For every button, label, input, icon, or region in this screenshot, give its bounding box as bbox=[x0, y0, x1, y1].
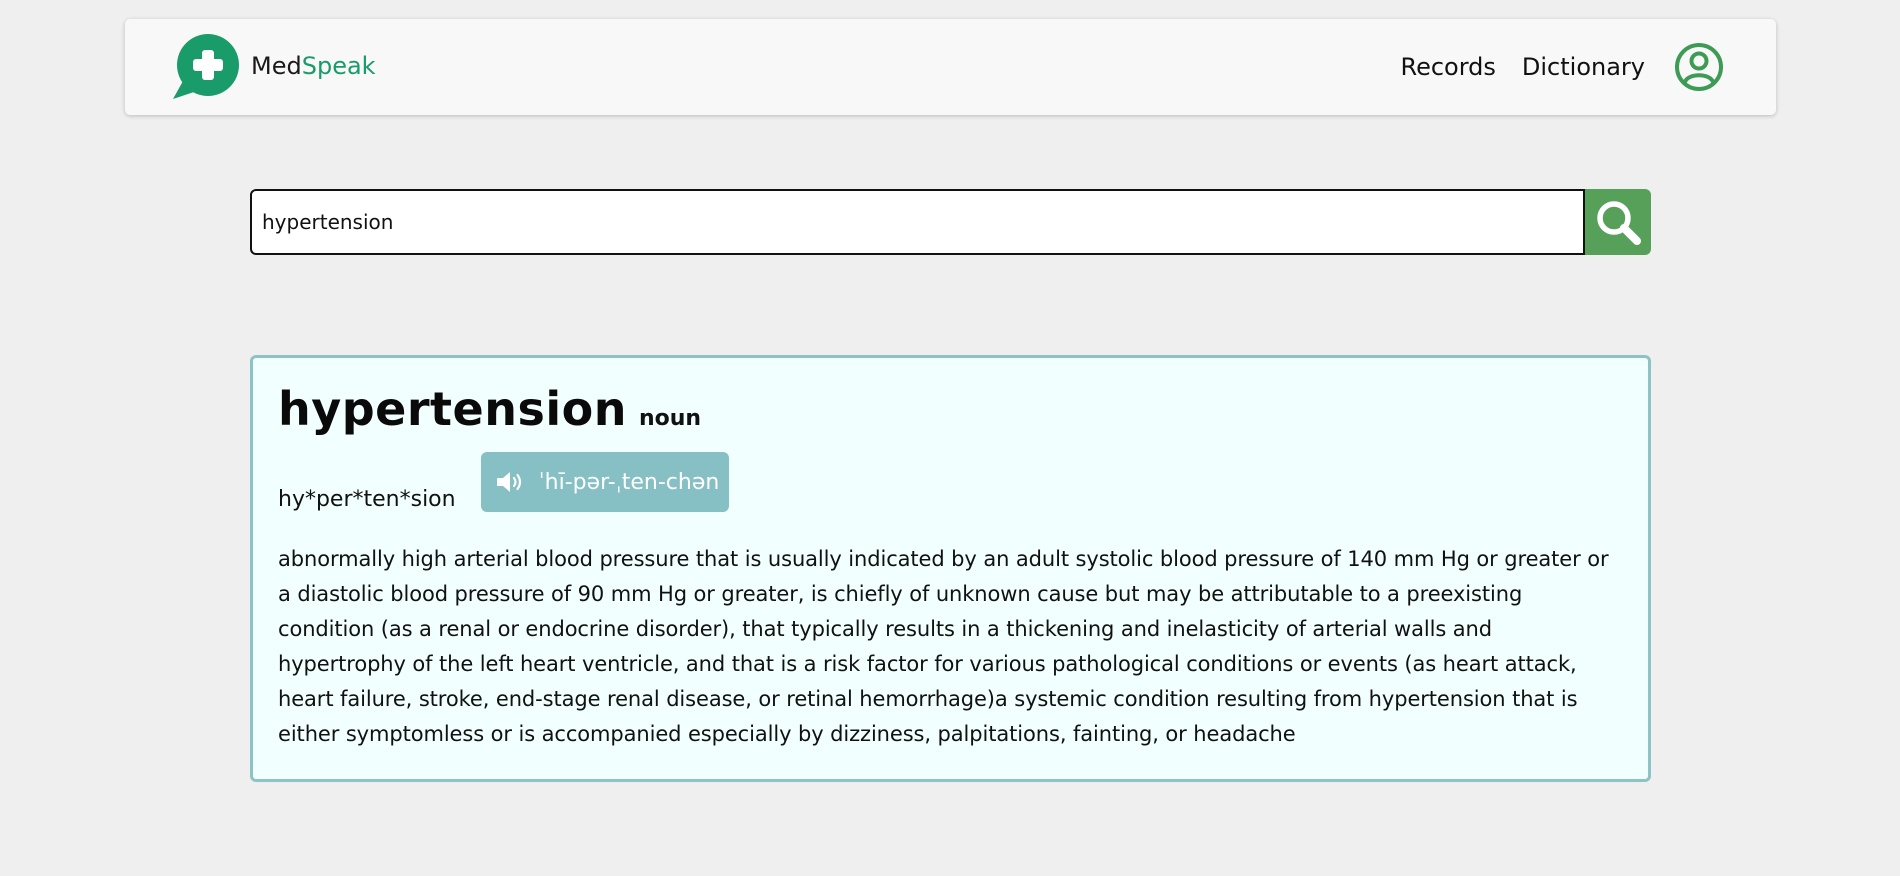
pronunciation-text: ˈhī-pər-ˌten-chən bbox=[538, 469, 720, 495]
brand-name-prefix: Med bbox=[251, 52, 302, 80]
user-circle-icon[interactable] bbox=[1674, 42, 1724, 92]
top-navbar: MedSpeak Records Dictionary bbox=[125, 19, 1776, 115]
entry-headword: hypertension bbox=[278, 382, 627, 436]
nav-link-records[interactable]: Records bbox=[1400, 53, 1495, 81]
brand-name-suffix: Speak bbox=[301, 52, 376, 80]
medical-chat-logo-icon bbox=[173, 34, 239, 99]
speaker-icon bbox=[496, 472, 521, 492]
play-pronunciation-button[interactable]: ˈhī-pər-ˌten-chən bbox=[480, 452, 730, 512]
dictionary-entry-card: hypertension noun hy*per*ten*sion ˈhī-pə… bbox=[250, 355, 1651, 782]
entry-definition: abnormally high arterial blood pressure … bbox=[278, 547, 1609, 746]
pronunciation-row: hy*per*ten*sion ˈhī-pər-ˌten-chən bbox=[278, 452, 1623, 516]
search-icon bbox=[1597, 201, 1641, 245]
brand-name: MedSpeak bbox=[251, 52, 376, 80]
search-button[interactable] bbox=[1585, 189, 1651, 255]
part-of-speech: noun bbox=[638, 406, 702, 431]
syllable-breakdown: hy*per*ten*sion bbox=[278, 487, 456, 512]
nav-links: Records Dictionary bbox=[1400, 19, 1724, 115]
nav-link-dictionary[interactable]: Dictionary bbox=[1522, 53, 1645, 81]
search-input[interactable] bbox=[250, 189, 1585, 255]
headword-row: hypertension noun bbox=[278, 382, 1623, 436]
brand-logo-link[interactable]: MedSpeak bbox=[173, 33, 376, 99]
search-bar bbox=[250, 189, 1651, 255]
